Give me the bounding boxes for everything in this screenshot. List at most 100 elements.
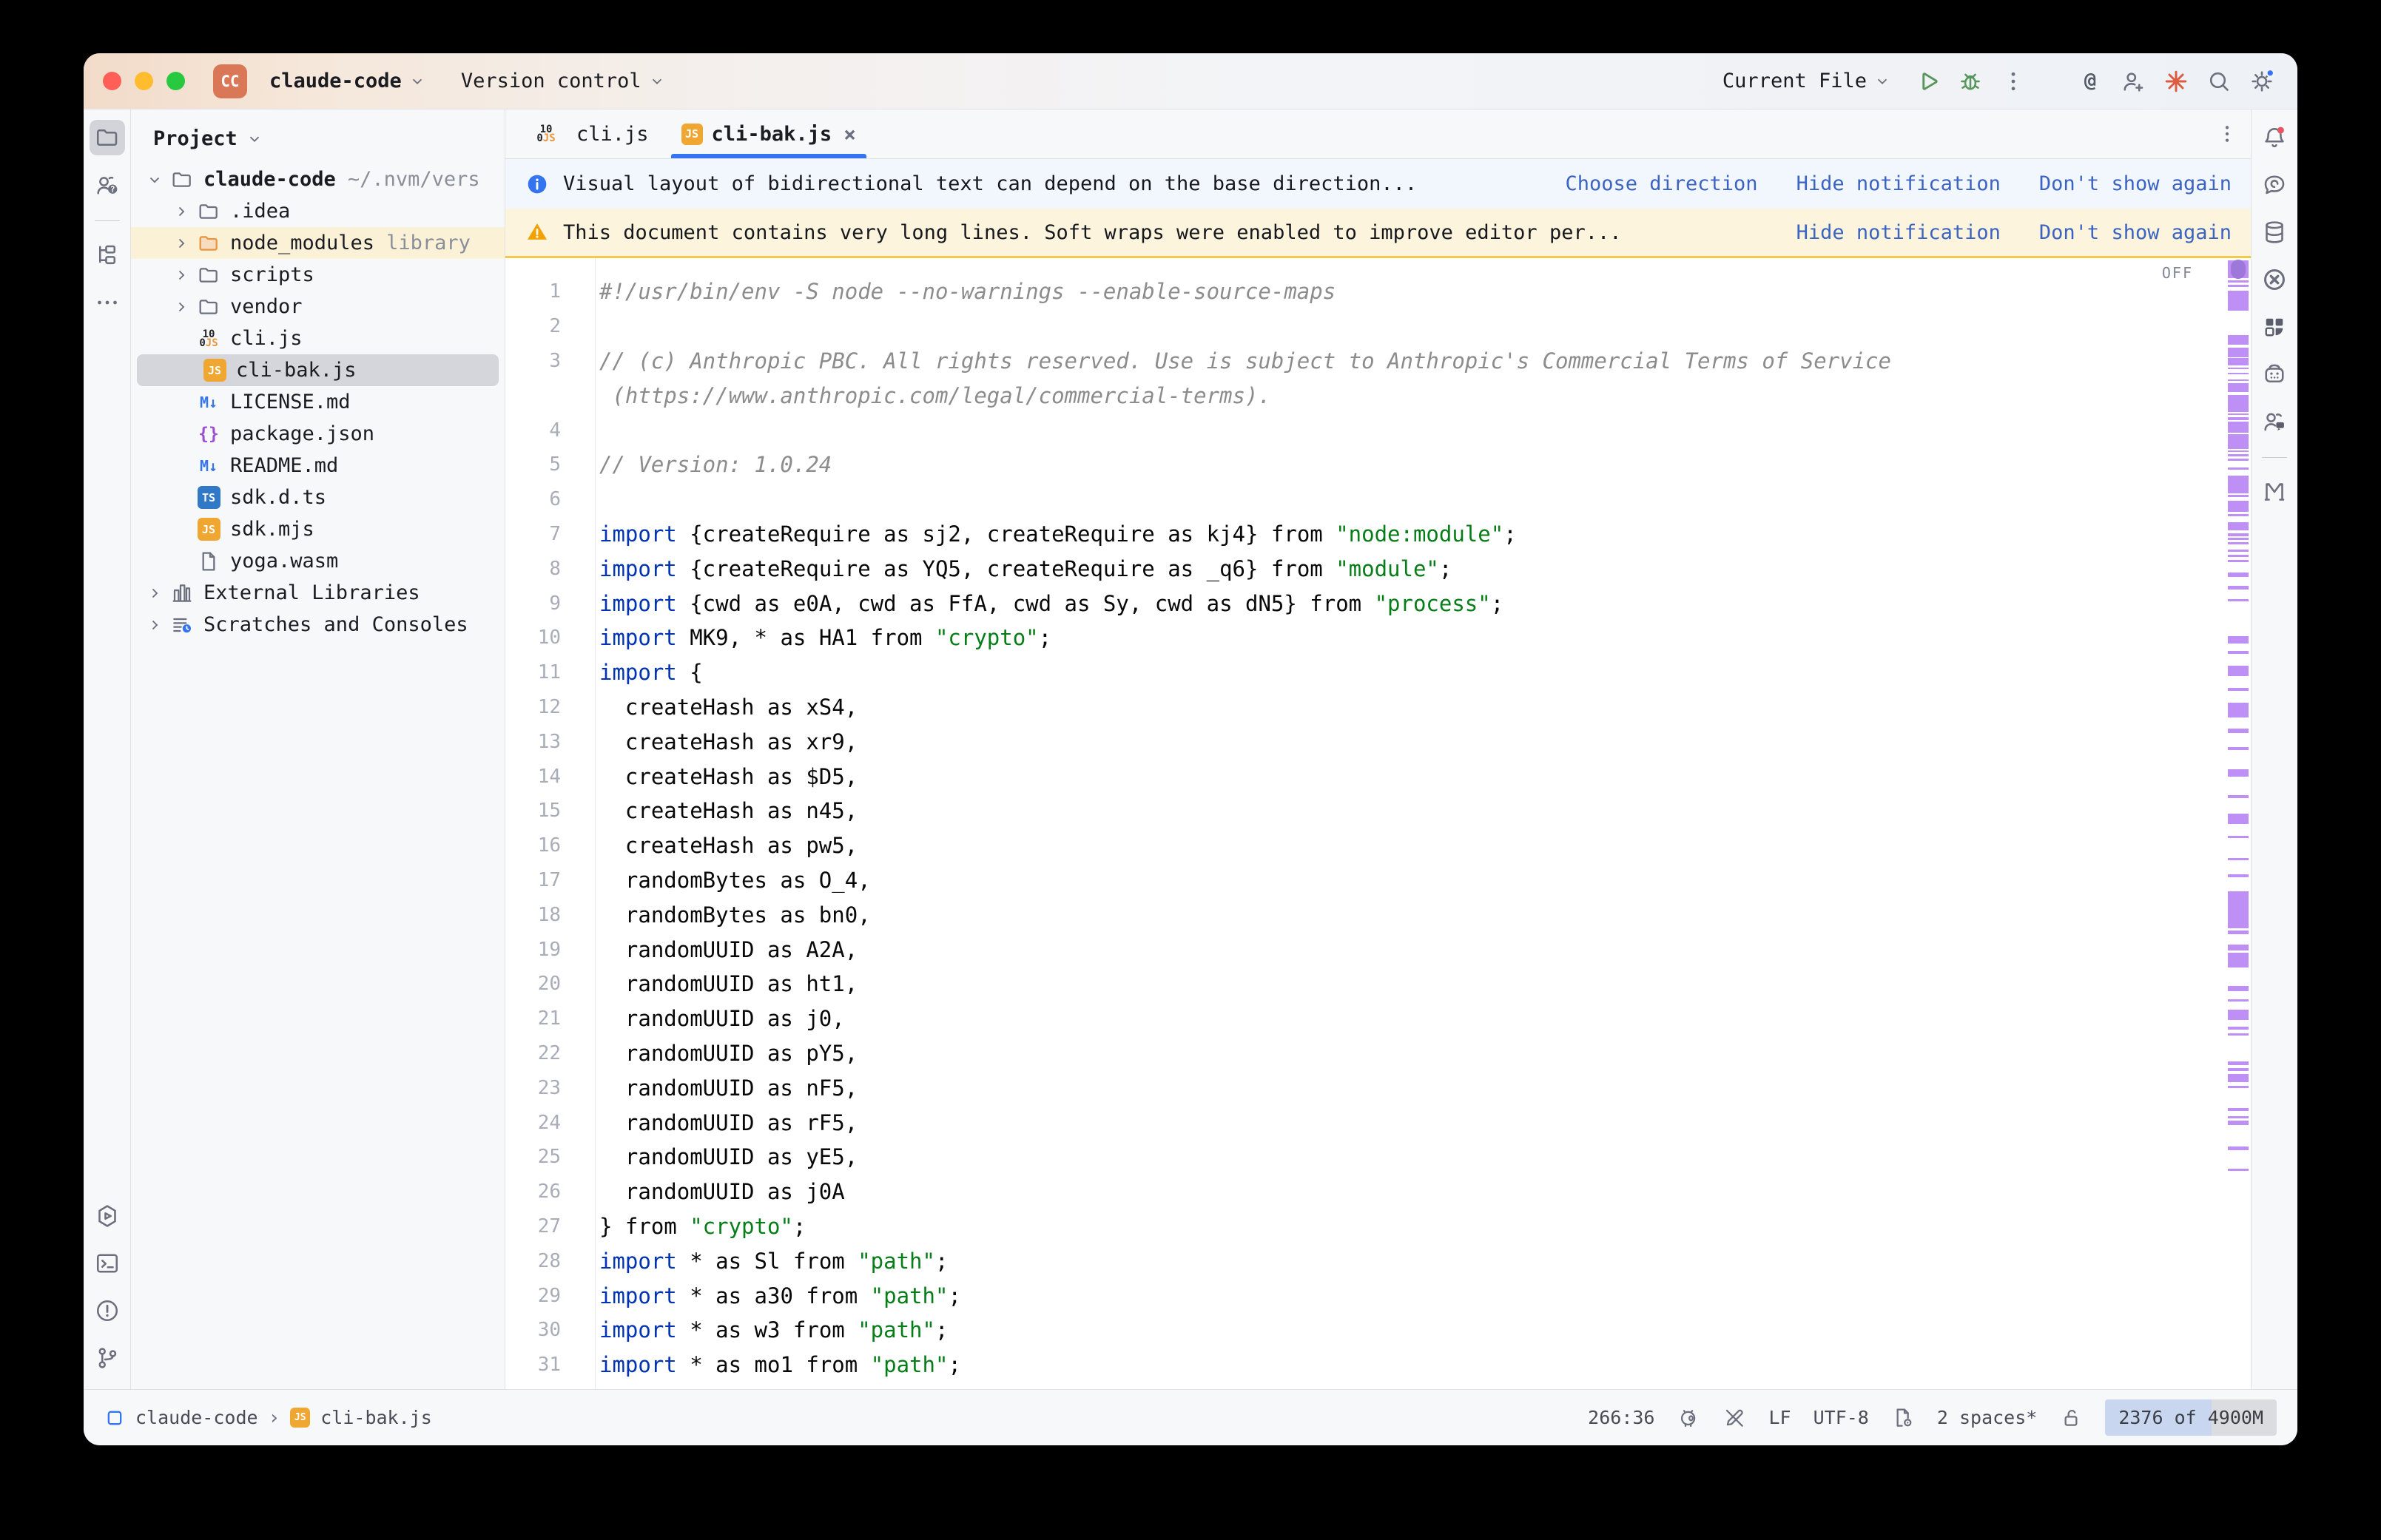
code-line-2[interactable]: 2 bbox=[505, 309, 2221, 344]
indent-style[interactable]: 2 spaces* bbox=[1937, 1407, 2037, 1428]
tree-chevron-icon[interactable] bbox=[141, 616, 168, 634]
code-editor[interactable]: OFF 1#!/usr/bin/env -S node --no-warning… bbox=[505, 258, 2251, 1389]
tab-cli-js[interactable]: 100JS cli.js bbox=[516, 109, 665, 158]
tree-item-vendor[interactable]: vendor bbox=[131, 291, 505, 322]
choose-direction-link[interactable]: Choose direction bbox=[1565, 172, 1757, 195]
code-with-me-icon[interactable] bbox=[2257, 404, 2292, 439]
tab-cli-bak-js[interactable]: JS cli-bak.js × bbox=[665, 109, 872, 158]
code-line-18[interactable]: 18 randomBytes as bn0, bbox=[505, 897, 2221, 932]
code-line-9[interactable]: 9import {cwd as e0A, cwd as FfA, cwd as … bbox=[505, 586, 2221, 621]
caret-position[interactable]: 266:36 bbox=[1588, 1407, 1654, 1428]
notifications-bell-icon[interactable] bbox=[2257, 120, 2292, 155]
tree-item-scratches-and-consoles[interactable]: Scratches and Consoles bbox=[131, 609, 505, 641]
code-line-wrap[interactable]: (https://www.anthropic.com/legal/commerc… bbox=[505, 378, 2221, 413]
code-line-1[interactable]: 1#!/usr/bin/env -S node --no-warnings --… bbox=[505, 274, 2221, 309]
zoom-window-button[interactable] bbox=[166, 72, 185, 90]
code-line-31[interactable]: 31import * as mo1 from "path"; bbox=[505, 1348, 2221, 1382]
pull-requests-icon[interactable]: ? bbox=[90, 167, 125, 203]
debug-icon[interactable] bbox=[1954, 65, 1987, 98]
code-line-20[interactable]: 20 randomUUID as ht1, bbox=[505, 967, 2221, 1002]
at-mentions-icon[interactable]: @ bbox=[2074, 65, 2106, 98]
close-window-button[interactable] bbox=[103, 72, 121, 90]
tree-chevron-icon[interactable] bbox=[141, 171, 168, 189]
run-icon[interactable] bbox=[1911, 65, 1944, 98]
more-actions-icon[interactable] bbox=[1997, 65, 2030, 98]
code-line-13[interactable]: 13 createHash as xr9, bbox=[505, 724, 2221, 759]
code-line-26[interactable]: 26 randomUUID as j0A bbox=[505, 1175, 2221, 1209]
tree-item-external-libraries[interactable]: External Libraries bbox=[131, 577, 505, 609]
services-tool-icon[interactable] bbox=[90, 1198, 125, 1234]
gateway-m-icon[interactable] bbox=[2257, 474, 2292, 510]
database-tool-icon[interactable] bbox=[2257, 215, 2292, 250]
hide-notification-link[interactable]: Hide notification bbox=[1796, 221, 2001, 244]
code-line-29[interactable]: 29import * as a30 from "path"; bbox=[505, 1278, 2221, 1313]
code-line-15[interactable]: 15 createHash as n45, bbox=[505, 794, 2221, 828]
code-line-30[interactable]: 30import * as w3 from "path"; bbox=[505, 1313, 2221, 1348]
project-panel-header[interactable]: Project bbox=[131, 117, 505, 163]
inspections-piggy-icon[interactable] bbox=[1677, 1406, 1700, 1430]
breadcrumb-project[interactable]: claude-code bbox=[135, 1407, 258, 1428]
project-widget[interactable]: claude-code bbox=[259, 64, 436, 98]
tree-chevron-icon[interactable] bbox=[141, 584, 168, 602]
tree-item-cli-js[interactable]: 100JScli.js bbox=[131, 322, 505, 354]
git-tool-icon[interactable] bbox=[90, 1340, 125, 1376]
editor-scrollbar[interactable] bbox=[2228, 258, 2249, 1389]
breadcrumb-file[interactable]: cli-bak.js bbox=[320, 1407, 432, 1428]
memory-indicator[interactable]: 2376 of 4900M bbox=[2105, 1399, 2277, 1436]
code-line-10[interactable]: 10import MK9, * as HA1 from "crypto"; bbox=[505, 621, 2221, 655]
tree-item-claude-code[interactable]: claude-code~/.nvm/vers bbox=[131, 163, 505, 195]
tree-item--idea[interactable]: .idea bbox=[131, 195, 505, 227]
tree-item-package-json[interactable]: {}package.json bbox=[131, 418, 505, 450]
code-line-11[interactable]: 11import { bbox=[505, 655, 2221, 690]
run-configuration-widget[interactable]: Current File bbox=[1712, 64, 1901, 98]
code-line-24[interactable]: 24 randomUUID as rF5, bbox=[505, 1105, 2221, 1140]
settings-gear-icon[interactable] bbox=[2246, 65, 2278, 98]
code-line-12[interactable]: 12 createHash as xS4, bbox=[505, 690, 2221, 725]
tree-chevron-icon[interactable] bbox=[168, 266, 195, 284]
tree-chevron-icon[interactable] bbox=[168, 234, 195, 252]
scrollbar-thumb[interactable] bbox=[2231, 260, 2246, 279]
hide-notification-link[interactable]: Hide notification bbox=[1796, 172, 2001, 195]
tree-item-node-modules[interactable]: node_moduleslibrary bbox=[131, 227, 505, 259]
ai-assistant-icon[interactable] bbox=[2160, 65, 2192, 98]
code-line-21[interactable]: 21 randomUUID as j0, bbox=[505, 1002, 2221, 1036]
tree-item-yoga-wasm[interactable]: yoga.wasm bbox=[131, 545, 505, 577]
tree-item-sdk-d-ts[interactable]: TSsdk.d.ts bbox=[131, 482, 505, 513]
more-tools-icon[interactable] bbox=[90, 285, 125, 320]
code-line-8[interactable]: 8import {createRequire as YQ5, createReq… bbox=[505, 551, 2221, 586]
line-separator[interactable]: LF bbox=[1768, 1407, 1791, 1428]
code-line-25[interactable]: 25 randomUUID as yE5, bbox=[505, 1140, 2221, 1175]
tree-item-sdk-mjs[interactable]: JSsdk.mjs bbox=[131, 513, 505, 545]
terminal-tool-icon[interactable] bbox=[90, 1246, 125, 1281]
code-line-27[interactable]: 27} from "crypto"; bbox=[505, 1209, 2221, 1244]
code-line-3[interactable]: 3// (c) Anthropic PBC. All rights reserv… bbox=[505, 344, 2221, 379]
dont-show-again-link[interactable]: Don't show again bbox=[2039, 172, 2232, 195]
code-line-4[interactable]: 4 bbox=[505, 413, 2221, 448]
minimize-window-button[interactable] bbox=[135, 72, 153, 90]
structure-tool-icon[interactable] bbox=[90, 237, 125, 273]
code-line-22[interactable]: 22 randomUUID as pY5, bbox=[505, 1036, 2221, 1071]
code-line-7[interactable]: 7import {createRequire as sj2, createReq… bbox=[505, 517, 2221, 552]
ai-chat-icon[interactable] bbox=[2257, 167, 2292, 203]
tree-item-license-md[interactable]: M↓LICENSE.md bbox=[131, 386, 505, 418]
file-encoding[interactable]: UTF-8 bbox=[1813, 1407, 1869, 1428]
lock-icon[interactable] bbox=[2059, 1406, 2083, 1430]
tree-chevron-icon[interactable] bbox=[168, 298, 195, 316]
search-everywhere-icon[interactable] bbox=[2203, 65, 2235, 98]
vcs-widget[interactable]: Version control bbox=[451, 64, 676, 98]
code-line-5[interactable]: 5// Version: 1.0.24 bbox=[505, 448, 2221, 482]
code-line-14[interactable]: 14 createHash as $D5, bbox=[505, 759, 2221, 794]
close-tab-icon[interactable]: × bbox=[843, 122, 856, 146]
bot-tool-icon[interactable] bbox=[2257, 357, 2292, 392]
code-with-me-invite-icon[interactable] bbox=[2117, 65, 2149, 98]
project-tool-icon[interactable] bbox=[90, 120, 125, 155]
x-circle-tool-icon[interactable] bbox=[2257, 262, 2292, 297]
code-line-16[interactable]: 16 createHash as pw5, bbox=[505, 828, 2221, 863]
tree-item-cli-bak-js[interactable]: JScli-bak.js bbox=[137, 354, 499, 386]
code-line-19[interactable]: 19 randomUUID as A2A, bbox=[505, 932, 2221, 967]
code-line-23[interactable]: 23 randomUUID as nF5, bbox=[505, 1070, 2221, 1105]
code-line-28[interactable]: 28import * as Sl from "path"; bbox=[505, 1243, 2221, 1278]
code-line-17[interactable]: 17 randomBytes as O_4, bbox=[505, 863, 2221, 898]
code-line-6[interactable]: 6 bbox=[505, 482, 2221, 517]
tree-item-readme-md[interactable]: M↓README.md bbox=[131, 450, 505, 482]
